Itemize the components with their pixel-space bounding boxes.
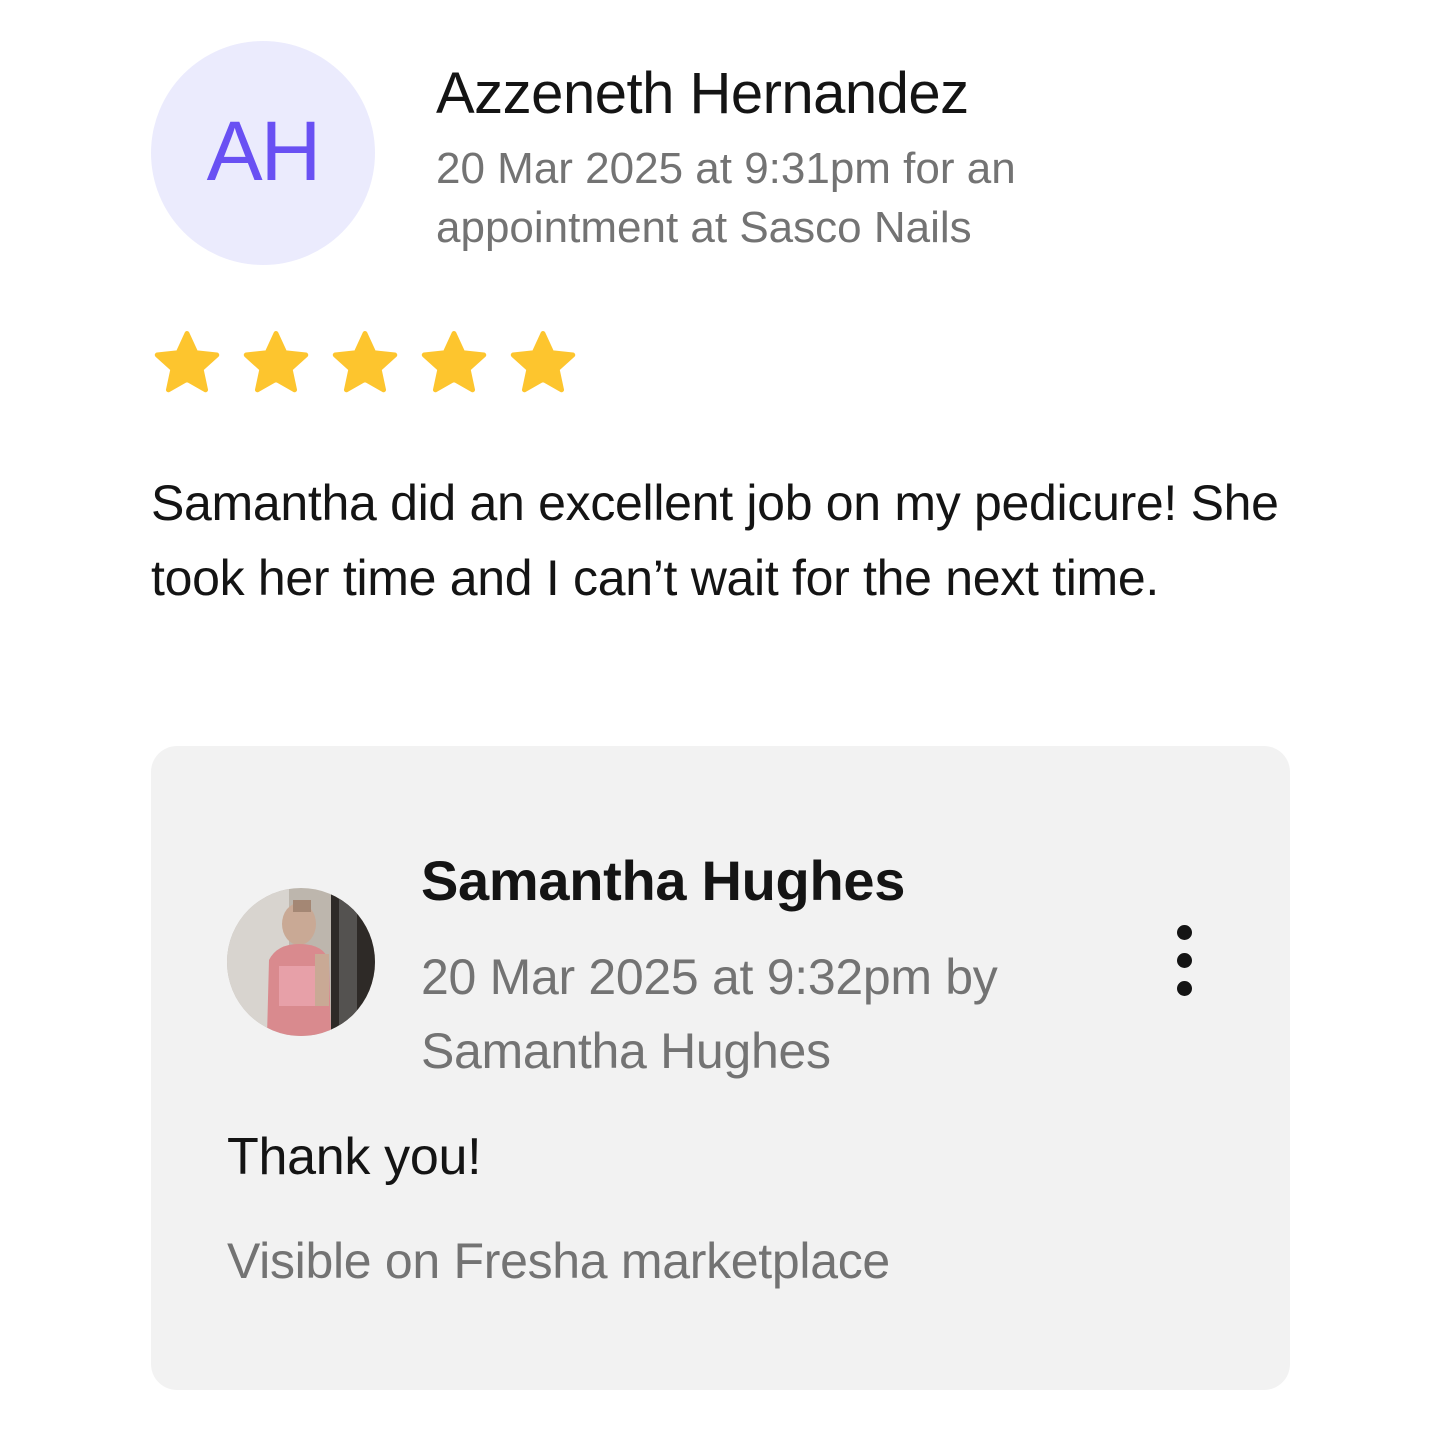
reply-author-avatar	[227, 888, 375, 1036]
more-vertical-icon-dot	[1176, 952, 1192, 968]
star-icon	[510, 331, 576, 393]
reply-author-name: Samantha Hughes	[421, 849, 906, 912]
reply-text: Thank you!	[227, 1128, 482, 1186]
star-icon	[332, 331, 398, 393]
review-text: Samantha did an excellent job on my pedi…	[151, 475, 1279, 606]
reply-meta: 20 Mar 2025 at 9:32pm by Samantha Hughes	[421, 949, 998, 1079]
reply-card: Samantha Hughes 20 Mar 2025 at 9:32pm by…	[151, 746, 1290, 1390]
reviewer-initials: AH	[206, 104, 322, 198]
star-rating	[151, 328, 579, 400]
star-icon	[154, 331, 220, 393]
more-options-button[interactable]	[1159, 920, 1209, 1000]
visibility-status: Visible on Fresha marketplace	[227, 1233, 890, 1289]
reviewer-avatar: AH	[151, 41, 375, 265]
star-icon	[421, 331, 487, 393]
more-vertical-icon	[1176, 924, 1192, 940]
reviewer-name: Azzeneth Hernandez	[436, 61, 969, 126]
star-icon	[243, 331, 309, 393]
more-vertical-icon-dot	[1176, 980, 1192, 996]
review-meta: 20 Mar 2025 at 9:31pm for an appointment…	[436, 144, 1016, 252]
